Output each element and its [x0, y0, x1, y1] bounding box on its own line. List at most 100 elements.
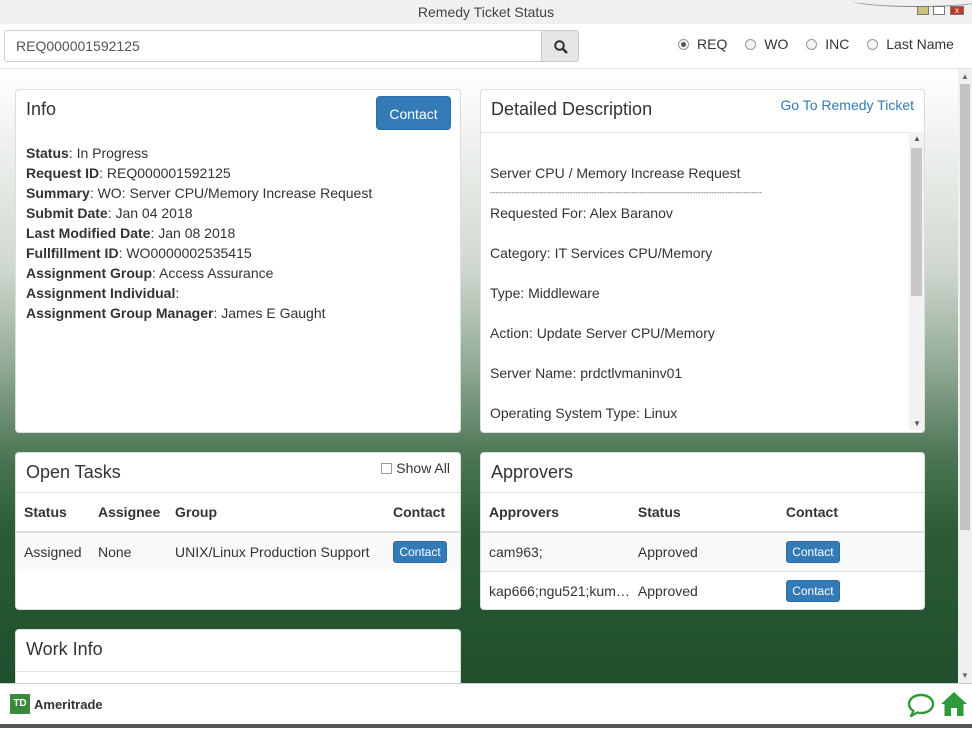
radio-label: Last Name — [886, 36, 954, 52]
work-info-panel: Work Info — [15, 629, 461, 683]
search-icon — [554, 40, 568, 54]
tasks-header-row: Status Assignee Group Contact — [16, 492, 460, 533]
info-field-fulfillment-id: Fullfillment ID: WO0000002535415 — [26, 245, 252, 261]
description-text-area[interactable]: Server CPU / Memory Increase Request ---… — [481, 132, 909, 431]
scroll-down-arrow-icon[interactable]: ▼ — [961, 671, 969, 680]
info-panel: Info Contact Status: In Progress Request… — [15, 89, 461, 433]
info-field-list: Status: In Progress Request ID: REQ00000… — [26, 143, 372, 323]
detailed-description-panel: Detailed Description Go To Remedy Ticket… — [480, 89, 925, 433]
radio-wo[interactable]: WO — [745, 36, 788, 52]
radio-dot[interactable] — [806, 39, 818, 50]
approvers-panel: Approvers Approvers Status Contact cam96… — [480, 452, 925, 610]
column-header: Status — [16, 492, 90, 533]
approvers-title: Approvers — [491, 462, 574, 482]
show-all-checkbox[interactable]: Show All — [381, 460, 450, 476]
info-field-last-modified: Last Modified Date: Jan 08 2018 — [26, 225, 236, 241]
approvers-table: Approvers Status Contact cam963; Approve… — [481, 492, 924, 610]
scroll-down-arrow-icon[interactable]: ▼ — [913, 419, 921, 428]
column-header: Contact — [777, 492, 924, 533]
search-type-radio-group: REQ WO INC Last Name — [678, 36, 968, 52]
approver-contact-button[interactable]: Contact — [785, 541, 840, 563]
column-header: Assignee — [90, 492, 167, 533]
search-button[interactable] — [541, 30, 579, 62]
task-contact-button[interactable]: Contact — [393, 541, 447, 563]
description-line: Category: IT Services CPU/Memory — [490, 245, 713, 261]
search-input[interactable] — [4, 30, 542, 62]
radio-inc[interactable]: INC — [806, 36, 849, 52]
maximize-button[interactable] — [933, 6, 945, 15]
approver-contact-cell: Contact — [777, 571, 924, 610]
approver-contact-cell: Contact — [777, 531, 924, 572]
radio-dot[interactable] — [745, 39, 757, 50]
info-field-submit-date: Submit Date: Jan 04 2018 — [26, 205, 193, 221]
close-button[interactable]: x — [950, 6, 964, 15]
page-scroll-thumb[interactable] — [960, 84, 970, 530]
task-assignee: None — [90, 531, 167, 571]
table-row: cam963; Approved Contact — [481, 531, 924, 572]
radio-label: WO — [764, 36, 789, 52]
radio-dot[interactable] — [678, 39, 689, 50]
td-ameritrade-logo: TD Ameritrade — [10, 694, 103, 714]
info-field-assignment-group: Assignment Group: Access Assurance — [26, 265, 274, 281]
description-line: Operating System Type: Linux — [490, 405, 678, 421]
home-icon[interactable] — [940, 690, 968, 718]
tasks-table: Status Assignee Group Contact Assigned N… — [16, 492, 460, 571]
info-field-summary: Summary: WO: Server CPU/Memory Increase … — [26, 185, 373, 201]
description-scrollbar[interactable]: ▲ ▼ — [909, 132, 924, 430]
work-info-title: Work Info — [26, 639, 103, 659]
task-contact-cell: Contact — [385, 531, 460, 571]
info-title: Info — [26, 99, 57, 119]
info-field-status: Status: In Progress — [26, 145, 149, 161]
approver-names: cam963; — [481, 531, 630, 572]
page-scrollbar[interactable]: ▲ ▼ — [958, 69, 972, 683]
radio-dot[interactable] — [867, 39, 879, 50]
chat-icon[interactable] — [907, 692, 935, 718]
info-field-request-id: Request ID: REQ000001592125 — [26, 165, 231, 181]
approver-names: kap666;ngu521;kum… — [481, 571, 630, 610]
description-line: Type: Middleware — [490, 285, 600, 301]
window-title: Remedy Ticket Status — [417, 4, 555, 20]
task-status: Assigned — [16, 531, 90, 571]
description-scroll-thumb[interactable] — [911, 148, 922, 296]
show-all-label: Show All — [396, 460, 450, 476]
info-contact-button[interactable]: Contact — [376, 96, 451, 130]
td-logo-mark: TD — [10, 694, 30, 714]
approver-contact-button[interactable]: Contact — [785, 580, 840, 602]
window-titlebar: Remedy Ticket Status x — [0, 0, 972, 25]
search-bar: REQ WO INC Last Name — [0, 24, 972, 69]
description-line: Server Name: prdctlvmaninv01 — [490, 365, 683, 381]
radio-label: INC — [825, 36, 850, 52]
minimize-button[interactable] — [917, 6, 929, 15]
column-header: Contact — [385, 492, 460, 533]
description-line: Action: Update Server CPU/Memory — [490, 325, 715, 341]
table-row: Assigned None UNIX/Linux Production Supp… — [16, 531, 460, 571]
approver-status: Approved — [629, 571, 778, 610]
table-row: kap666;ngu521;kum… Approved Contact — [481, 571, 924, 610]
checkbox-box[interactable] — [381, 463, 393, 474]
column-header: Status — [629, 492, 778, 533]
info-field-group-manager: Assignment Group Manager: James E Gaught — [26, 305, 326, 321]
approvers-header-row: Approvers Status Contact — [481, 492, 924, 533]
window-bottom-edge — [0, 724, 972, 728]
column-header: Group — [167, 492, 385, 533]
approver-status: Approved — [629, 531, 778, 572]
description-rule: ----------------------------------------… — [490, 188, 762, 197]
radio-last-name[interactable]: Last Name — [867, 36, 954, 52]
go-to-remedy-link[interactable]: Go To Remedy Ticket — [780, 97, 914, 113]
description-title: Detailed Description — [491, 99, 653, 119]
task-group: UNIX/Linux Production Support — [167, 531, 385, 571]
open-tasks-title: Open Tasks — [26, 462, 121, 482]
description-lines: Server CPU / Memory Increase Request ---… — [490, 163, 762, 423]
scroll-up-arrow-icon[interactable]: ▲ — [961, 72, 969, 81]
divider — [16, 671, 460, 672]
radio-req[interactable]: REQ — [678, 36, 727, 52]
footer: TD Ameritrade — [0, 683, 972, 729]
scroll-up-arrow-icon[interactable]: ▲ — [913, 134, 921, 143]
open-tasks-panel: Open Tasks Show All Status Assignee Grou… — [15, 452, 461, 610]
description-line: Requested For: Alex Baranov — [490, 205, 673, 221]
logo-name: Ameritrade — [34, 696, 103, 712]
radio-label: REQ — [697, 36, 728, 52]
main-content: Info Contact Status: In Progress Request… — [0, 69, 958, 683]
description-heading: Server CPU / Memory Increase Request — [490, 165, 741, 181]
column-header: Approvers — [481, 492, 630, 533]
